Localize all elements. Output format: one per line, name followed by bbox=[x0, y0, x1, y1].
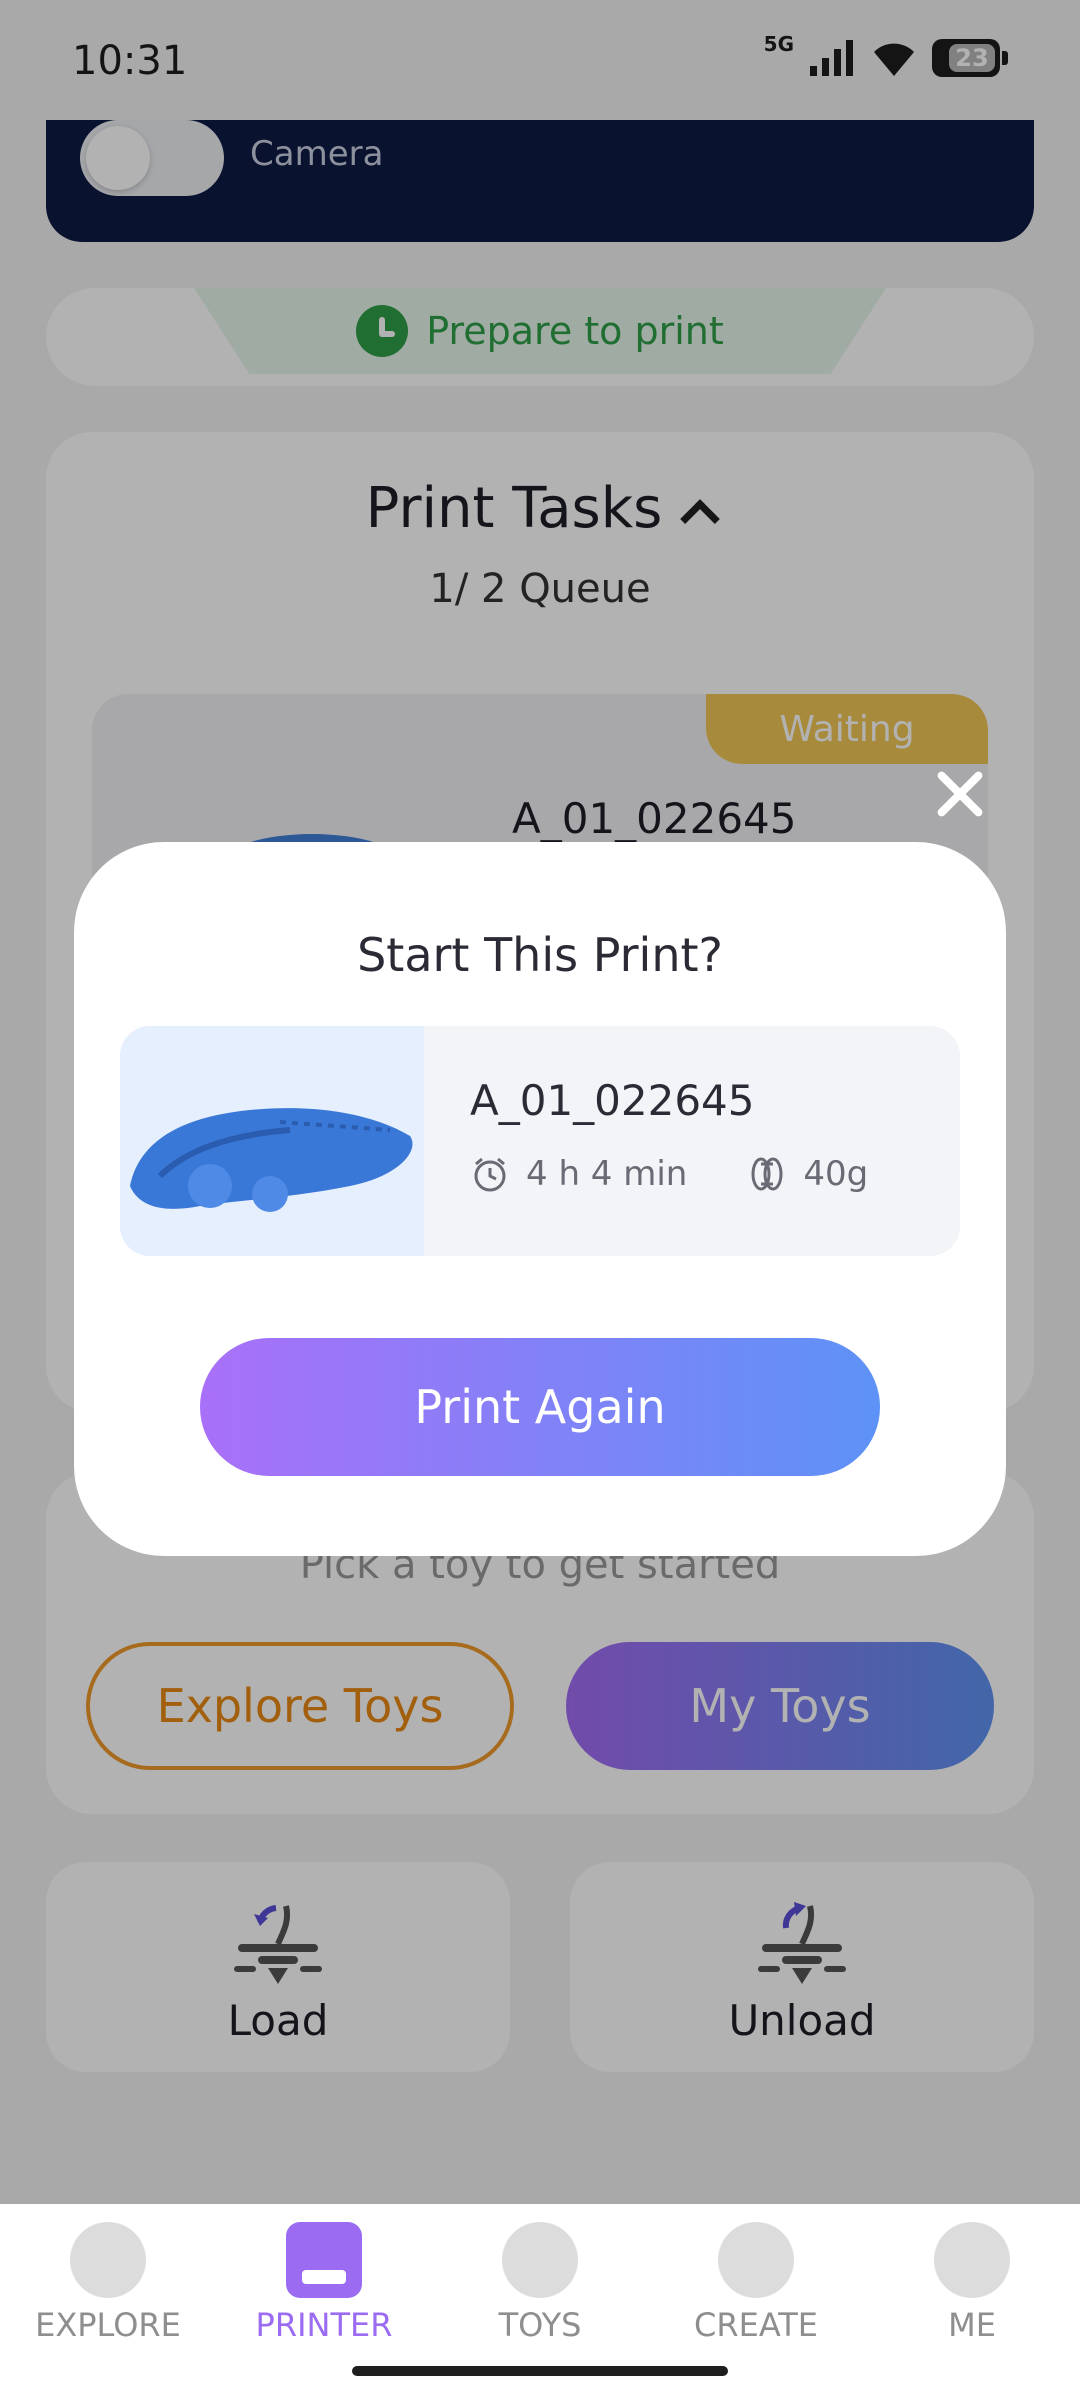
print-duration: 4 h 4 min bbox=[526, 1154, 688, 1194]
smiley-icon bbox=[934, 2222, 1010, 2298]
dialog-title: Start This Print? bbox=[357, 928, 723, 982]
lightbulb-icon bbox=[718, 2222, 794, 2298]
start-print-dialog: Start This Print? A_01_022645 4 h 4 min bbox=[74, 842, 1006, 1556]
nav-create-label: CREATE bbox=[694, 2306, 818, 2344]
nav-create[interactable]: CREATE bbox=[666, 2214, 846, 2344]
bear-icon bbox=[502, 2222, 578, 2298]
printer-icon bbox=[286, 2222, 362, 2298]
filament-spool-icon bbox=[751, 1157, 783, 1191]
close-icon[interactable] bbox=[928, 762, 992, 826]
nav-me-label: ME bbox=[948, 2306, 996, 2344]
nav-printer[interactable]: PRINTER bbox=[234, 2214, 414, 2344]
model-image bbox=[130, 1108, 413, 1212]
nav-explore[interactable]: EXPLORE bbox=[18, 2214, 198, 2344]
planet-icon bbox=[70, 2222, 146, 2298]
filament-weight: 40g bbox=[803, 1154, 869, 1194]
home-indicator[interactable] bbox=[352, 2366, 728, 2376]
nav-explore-label: EXPLORE bbox=[35, 2306, 181, 2344]
print-again-button[interactable]: Print Again bbox=[200, 1338, 880, 1476]
nav-toys-label: TOYS bbox=[498, 2306, 582, 2344]
nav-me[interactable]: ME bbox=[882, 2214, 1062, 2344]
model-thumbnail bbox=[120, 1026, 424, 1256]
alarm-clock-icon bbox=[474, 1157, 506, 1192]
model-name: A_01_022645 bbox=[470, 1076, 755, 1125]
nav-toys[interactable]: TOYS bbox=[450, 2214, 630, 2344]
nav-printer-label: PRINTER bbox=[255, 2306, 393, 2344]
model-card: A_01_022645 4 h 4 min 40g bbox=[120, 1026, 960, 1256]
model-meta: 4 h 4 min 40g bbox=[470, 1154, 868, 1194]
